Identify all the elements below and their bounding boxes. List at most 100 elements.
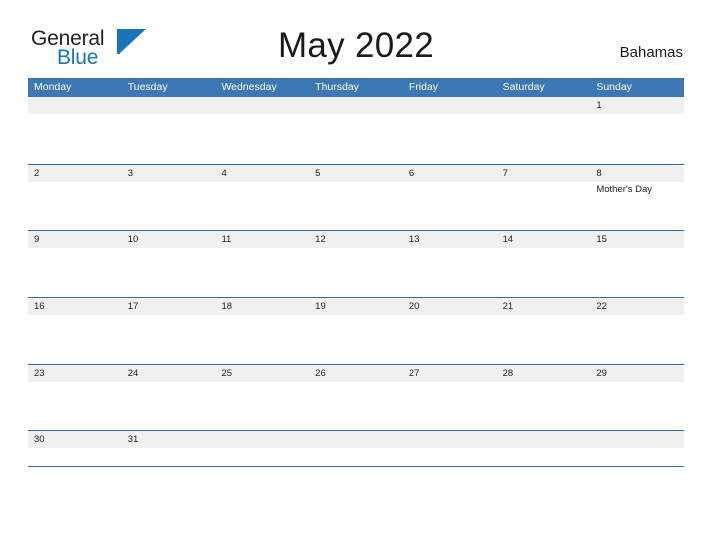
day-cell-empty	[122, 97, 216, 164]
day-cell[interactable]: 27	[403, 365, 497, 431]
day-number	[34, 97, 122, 114]
day-number: 11	[221, 234, 232, 246]
day-number: 30	[34, 434, 45, 446]
day-cell[interactable]: 24	[122, 365, 216, 431]
day-cell[interactable]: 9	[28, 231, 122, 297]
day-number: 15	[596, 234, 607, 246]
day-cell[interactable]: 18	[215, 298, 309, 364]
day-cell[interactable]: 10	[122, 231, 216, 297]
day-number: 29	[596, 367, 607, 379]
day-number: 26	[315, 367, 326, 379]
day-number: 4	[221, 167, 227, 179]
day-cell[interactable]: 25	[215, 365, 309, 431]
day-cell-empty	[215, 431, 309, 466]
day-number: 27	[408, 367, 420, 379]
day-number: 13	[408, 234, 420, 246]
day-number: 17	[127, 301, 139, 313]
event-label: Mother's Day	[596, 183, 652, 195]
day-cell[interactable]: 26	[309, 365, 403, 431]
day-number: 31	[127, 434, 139, 446]
day-cell[interactable]: 23	[28, 365, 122, 431]
day-cell[interactable]: 16	[28, 298, 122, 364]
weekday-header-row: Monday Tuesday Wednesday Thursday Friday…	[28, 78, 684, 97]
day-number	[128, 97, 216, 114]
day-number	[221, 431, 309, 448]
week-cells: 2 3 4 5 6 7 8 Mother's Day	[28, 165, 684, 231]
day-cell[interactable]: 11	[215, 231, 309, 297]
day-number: 24	[127, 367, 139, 379]
region-label: Bahamas	[619, 44, 683, 61]
day-number: 23	[34, 367, 45, 379]
day-number: 14	[502, 234, 514, 246]
day-number: 19	[315, 301, 326, 313]
day-cell[interactable]: 5	[309, 165, 403, 231]
calendar-week-row: 30 31	[28, 430, 684, 466]
day-number	[315, 97, 403, 114]
calendar-week-row: 2 3 4 5 6 7 8 Mother's Day	[28, 163, 684, 231]
day-cell[interactable]: 2	[28, 165, 122, 231]
day-cell[interactable]: 15	[590, 231, 684, 297]
day-number: 8	[596, 167, 602, 179]
day-events: Mother's Day	[596, 182, 684, 196]
day-number: 6	[408, 167, 415, 179]
day-cell-empty	[590, 431, 684, 466]
weekday-friday: Friday	[408, 81, 439, 93]
day-number	[503, 431, 591, 448]
day-number	[221, 97, 309, 114]
day-cell[interactable]: 20	[403, 298, 497, 364]
weekday-sunday: Sunday	[596, 81, 632, 93]
day-number: 2	[34, 167, 40, 179]
day-cell-empty	[497, 97, 591, 164]
weekday-monday: Monday	[34, 81, 72, 93]
day-cell[interactable]: 13	[403, 231, 497, 297]
day-cell[interactable]: 22	[590, 298, 684, 364]
day-cell-empty	[497, 431, 591, 466]
day-number: 28	[502, 367, 514, 379]
calendar-weeks: 1 2 3 4 5 6 7 8 Mother's Day 9 10 11 12 13 14 15 16 17 18 1…	[28, 97, 684, 466]
day-number: 3	[127, 167, 134, 179]
calendar-week-row: 16 17 18 19 20 21 22	[28, 297, 684, 364]
day-cell[interactable]: 28	[497, 365, 591, 431]
calendar-week-row: 1	[28, 97, 684, 164]
day-cell[interactable]: 8 Mother's Day	[590, 165, 684, 231]
page-title: May 2022	[277, 26, 435, 65]
weekday-saturday: Saturday	[502, 81, 545, 93]
day-number: 1	[596, 100, 602, 111]
day-cell-empty	[215, 97, 309, 164]
weekday-thursday: Thursday	[315, 81, 359, 93]
day-cell[interactable]: 21	[497, 298, 591, 364]
week-cells: 30 31	[28, 431, 684, 466]
weekday-wednesday: Wednesday	[221, 81, 277, 93]
day-number	[409, 431, 497, 448]
day-cell-empty	[309, 431, 403, 466]
day-cell[interactable]: 7	[497, 165, 591, 231]
day-number: 9	[34, 234, 40, 246]
day-number: 10	[127, 234, 139, 246]
day-number: 12	[315, 234, 326, 246]
week-cells: 16 17 18 19 20 21 22	[28, 298, 684, 364]
day-cell[interactable]: 14	[497, 231, 591, 297]
day-cell[interactable]: 19	[309, 298, 403, 364]
day-cell[interactable]: 12	[309, 231, 403, 297]
grid-bottom-rule	[28, 466, 684, 468]
day-cell[interactable]: 31	[122, 431, 216, 466]
weekday-tuesday: Tuesday	[127, 81, 168, 93]
day-number: 21	[502, 301, 514, 313]
day-cell[interactable]: 30	[28, 431, 122, 466]
day-number	[409, 97, 497, 114]
week-cells: 23 24 25 26 27 28 29	[28, 365, 684, 431]
day-number: 16	[34, 301, 45, 313]
day-cell-empty	[403, 97, 497, 164]
calendar-week-row: 9 10 11 12 13 14 15	[28, 230, 684, 297]
day-cell[interactable]: 6	[403, 165, 497, 231]
day-cell[interactable]: 3	[122, 165, 216, 231]
day-cell[interactable]: 29	[590, 365, 684, 431]
day-cell-empty	[403, 431, 497, 466]
week-cells: 9 10 11 12 13 14 15	[28, 231, 684, 297]
day-cell[interactable]: 4	[215, 165, 309, 231]
calendar-grid: Monday Tuesday Wednesday Thursday Friday…	[28, 78, 684, 468]
day-cell[interactable]: 1	[590, 97, 684, 164]
day-cell-empty	[28, 97, 122, 164]
day-number	[503, 97, 591, 114]
day-cell[interactable]: 17	[122, 298, 216, 364]
